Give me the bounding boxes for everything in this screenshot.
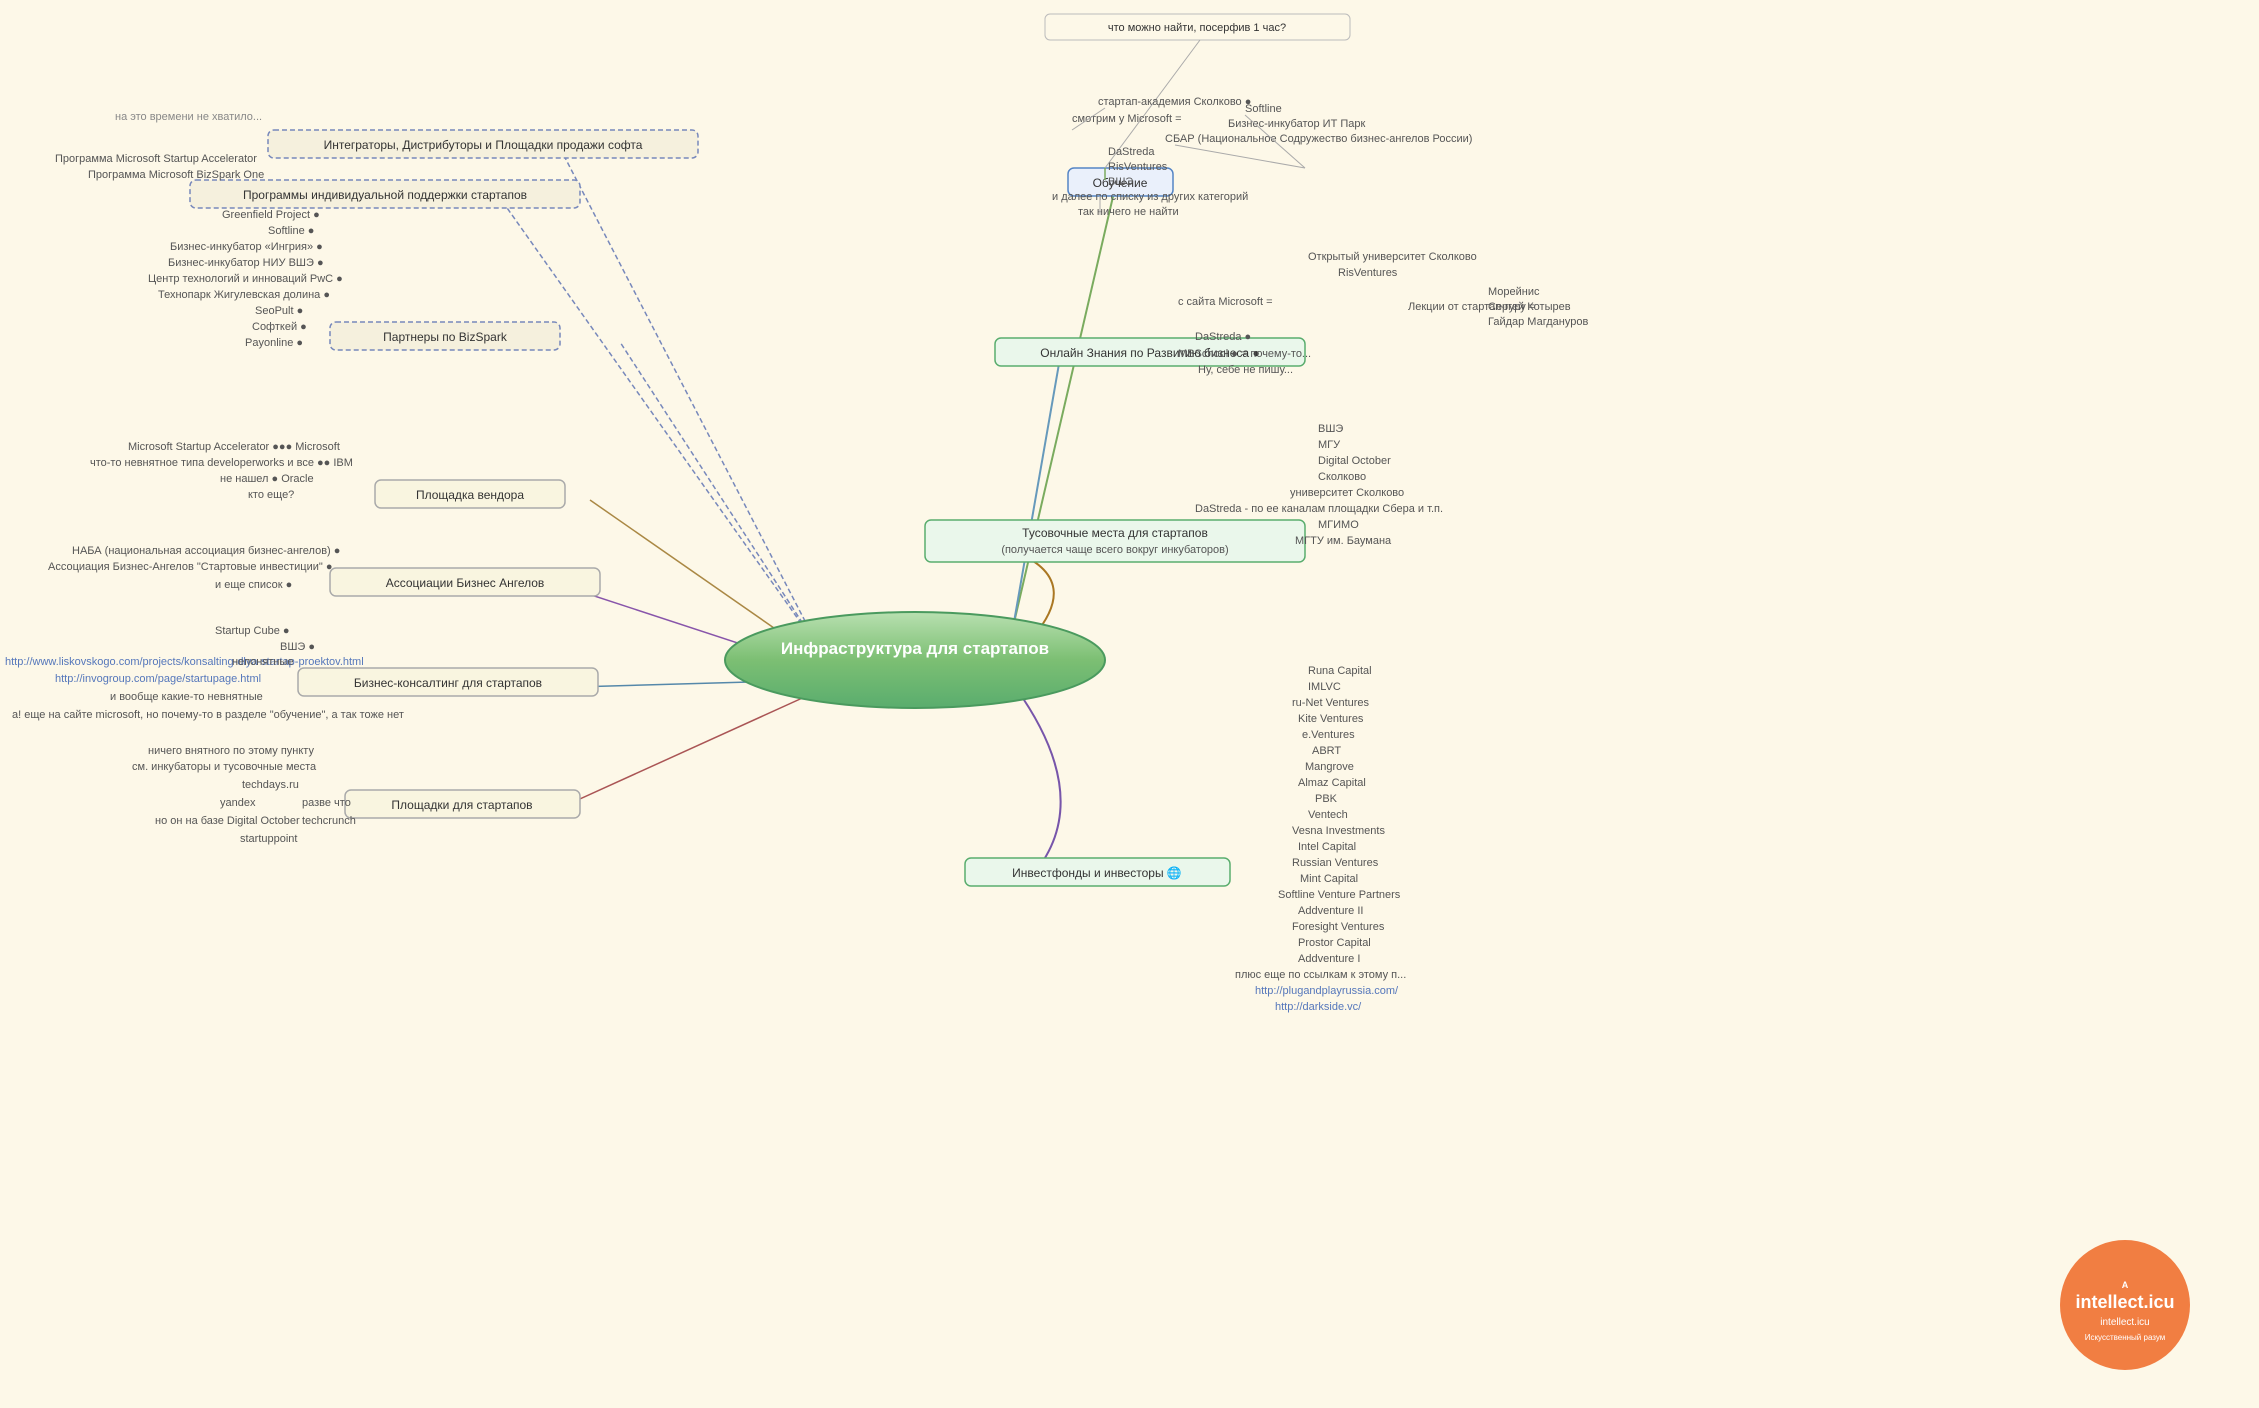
svg-text:Технопарк Жигулевская долина ●: Технопарк Жигулевская долина ● bbox=[158, 289, 330, 301]
svg-text:A: A bbox=[2122, 1280, 2129, 1290]
svg-text:Ассоциация Бизнес-Ангелов "Ста: Ассоциация Бизнес-Ангелов "Стартовые инв… bbox=[48, 561, 333, 573]
svg-text:startuppoint: startuppoint bbox=[240, 833, 297, 845]
svg-text:http://darkside.vc/: http://darkside.vc/ bbox=[1275, 1001, 1362, 1013]
svg-text:yandex: yandex bbox=[220, 797, 256, 809]
svg-text:techcrunch: techcrunch bbox=[302, 815, 356, 827]
svg-text:DaStreda ●: DaStreda ● bbox=[1195, 331, 1251, 343]
svg-text:techdays.ru: techdays.ru bbox=[242, 779, 299, 791]
svg-text:на это времени не хватило...: на это времени не хватило... bbox=[115, 111, 262, 123]
svg-text:Сколково: Сколково bbox=[1318, 471, 1366, 483]
svg-text:intellect.icu: intellect.icu bbox=[2100, 1317, 2149, 1328]
svg-text:стартап-академия Сколково ●: стартап-академия Сколково ● bbox=[1098, 96, 1251, 108]
svg-text:не нашел ● Oracle: не нашел ● Oracle bbox=[220, 473, 314, 485]
svg-text:Vesna Investments: Vesna Investments bbox=[1292, 825, 1385, 837]
svg-text:intellect.icu: intellect.icu bbox=[2075, 1292, 2174, 1312]
svg-text:университет Сколково: университет Сколково bbox=[1290, 487, 1404, 499]
svg-text:Бизнес-инкубатор НИУ ВШЭ ●: Бизнес-инкубатор НИУ ВШЭ ● bbox=[168, 257, 324, 269]
svg-text:Addventure II: Addventure II bbox=[1298, 905, 1363, 917]
svg-text:Морейнис: Морейнис bbox=[1488, 286, 1540, 298]
svg-text:Инвестфонды и инвесторы 🌐: Инвестфонды и инвесторы 🌐 bbox=[1012, 866, 1182, 880]
svg-text:Softline ●: Softline ● bbox=[268, 225, 314, 237]
svg-text:RisVentures: RisVentures bbox=[1338, 267, 1398, 279]
svg-text:Софткей ●: Софткей ● bbox=[252, 321, 307, 333]
svg-text:e.Ventures: e.Ventures bbox=[1302, 729, 1355, 741]
svg-text:Ventech: Ventech bbox=[1308, 809, 1348, 821]
svg-text:ABRT: ABRT bbox=[1312, 745, 1341, 757]
svg-text:http://www.liskovskogo.com/pro: http://www.liskovskogo.com/projects/kons… bbox=[5, 656, 364, 668]
svg-text:Payonline ●: Payonline ● bbox=[245, 337, 303, 349]
svg-text:непонятные: непонятные bbox=[232, 656, 293, 668]
svg-text:а! еще на сайте microsoft, но: а! еще на сайте microsoft, но почему-то … bbox=[12, 709, 404, 721]
svg-text:Программа Microsoft BizSpark O: Программа Microsoft BizSpark One bbox=[88, 169, 264, 181]
svg-text:Гайдар Магдануров: Гайдар Магдануров bbox=[1488, 316, 1588, 328]
svg-text:разве что: разве что bbox=[302, 797, 351, 809]
svg-text:MBSchool ● = почему-то...: MBSchool ● = почему-то... bbox=[1178, 348, 1311, 360]
svg-text:ВШЭ ●: ВШЭ ● bbox=[280, 641, 315, 653]
svg-text:IMLVC: IMLVC bbox=[1308, 681, 1341, 693]
svg-text:Foresight Ventures: Foresight Ventures bbox=[1292, 921, 1385, 933]
svg-text:Площадки для стартапов: Площадки для стартапов bbox=[391, 798, 532, 812]
svg-text:Almaz Capital: Almaz Capital bbox=[1298, 777, 1366, 789]
svg-text:Digital October: Digital October bbox=[1318, 455, 1391, 467]
svg-text:кто еще?: кто еще? bbox=[248, 489, 294, 501]
svg-text:ru-Net Ventures: ru-Net Ventures bbox=[1292, 697, 1370, 709]
svg-text:Softline: Softline bbox=[1245, 103, 1282, 115]
svg-text:МГУ: МГУ bbox=[1318, 439, 1341, 451]
svg-text:Партнеры по BizSpark: Партнеры по BizSpark bbox=[383, 330, 508, 344]
svg-text:СБАР (Национальное Содружество: СБАР (Национальное Содружество бизнес-ан… bbox=[1165, 133, 1472, 145]
svg-text:Mangrove: Mangrove bbox=[1305, 761, 1354, 773]
svg-text:Ассоциации Бизнес Ангелов: Ассоциации Бизнес Ангелов bbox=[386, 576, 545, 590]
svg-text:Бизнес-инкубатор ИТ Парк: Бизнес-инкубатор ИТ Парк bbox=[1228, 118, 1365, 130]
svg-text:Startup Cube ●: Startup Cube ● bbox=[215, 625, 290, 637]
svg-text:http://invogroup.com/page/star: http://invogroup.com/page/startupage.htm… bbox=[55, 673, 261, 685]
svg-text:Softline Venture Partners: Softline Venture Partners bbox=[1278, 889, 1401, 901]
svg-text:Greenfield Project ●: Greenfield Project ● bbox=[222, 209, 320, 221]
svg-text:DaStreda - по ее каналам площа: DaStreda - по ее каналам площадки Сбера … bbox=[1195, 503, 1443, 515]
svg-text:ВШЭ: ВШЭ bbox=[1108, 176, 1133, 188]
svg-text:Kite Ventures: Kite Ventures bbox=[1298, 713, 1364, 725]
svg-text:(получается чаще всего вокруг: (получается чаще всего вокруг инкубаторо… bbox=[1001, 544, 1228, 556]
svg-text:Открытый университет Сколково: Открытый университет Сколково bbox=[1308, 251, 1477, 263]
svg-text:Инфраструктура для стартапов: Инфраструктура для стартапов bbox=[781, 639, 1049, 658]
svg-text:Бизнес-консалтинг для стартапо: Бизнес-консалтинг для стартапов bbox=[354, 676, 542, 690]
svg-text:Сергей Котырев: Сергей Котырев bbox=[1488, 301, 1571, 313]
svg-text:http://plugandplayrussia.com/: http://plugandplayrussia.com/ bbox=[1255, 985, 1399, 997]
svg-text:Intel Capital: Intel Capital bbox=[1298, 841, 1356, 853]
svg-text:что-то невнятное типа develope: что-то невнятное типа developerworks и в… bbox=[90, 457, 353, 469]
svg-text:Центр технологий и инноваций P: Центр технологий и инноваций PwC ● bbox=[148, 273, 343, 285]
svg-text:так ничего не найти: так ничего не найти bbox=[1078, 206, 1179, 218]
svg-text:Программы индивидуальной подде: Программы индивидуальной поддержки старт… bbox=[243, 188, 527, 202]
svg-text:ВШЭ: ВШЭ bbox=[1318, 423, 1343, 435]
svg-text:плюс еще по ссылкам к этому п.: плюс еще по ссылкам к этому п... bbox=[1235, 969, 1406, 981]
svg-text:Addventure I: Addventure I bbox=[1298, 953, 1360, 965]
svg-text:Бизнес-инкубатор «Ингрия» ●: Бизнес-инкубатор «Ингрия» ● bbox=[170, 241, 323, 253]
svg-text:RisVentures: RisVentures bbox=[1108, 161, 1168, 173]
svg-text:с сайта Microsoft =: с сайта Microsoft = bbox=[1178, 296, 1273, 308]
svg-text:Ну, себе не пишу...: Ну, себе не пишу... bbox=[1198, 364, 1293, 376]
svg-text:Prostor Capital: Prostor Capital bbox=[1298, 937, 1371, 949]
svg-text:Программа Microsoft Startup Ac: Программа Microsoft Startup Accelerator bbox=[55, 153, 257, 165]
svg-text:SeoPult ●: SeoPult ● bbox=[255, 305, 303, 317]
svg-text:Площадка вендора: Площадка вендора bbox=[416, 488, 524, 502]
svg-text:Mint Capital: Mint Capital bbox=[1300, 873, 1358, 885]
svg-text:Тусовочные места для стартапов: Тусовочные места для стартапов bbox=[1022, 526, 1208, 540]
svg-text:см. инкубаторы и тусовочные ме: см. инкубаторы и тусовочные места bbox=[132, 761, 317, 773]
svg-text:но он на базе Digital October: но он на базе Digital October bbox=[155, 815, 300, 827]
svg-text:Интеграторы, Дистрибуторы и Пл: Интеграторы, Дистрибуторы и Площадки про… bbox=[324, 138, 643, 152]
svg-text:МГИМО: МГИМО bbox=[1318, 519, 1359, 531]
svg-text:и далее по списку из других ка: и далее по списку из других категорий bbox=[1052, 191, 1248, 203]
svg-text:Microsoft Startup Accelerator: Microsoft Startup Accelerator ●●● Micros… bbox=[128, 441, 340, 453]
svg-text:что можно найти, посерфив 1 ча: что можно найти, посерфив 1 час? bbox=[1108, 22, 1286, 34]
svg-text:МГТУ им. Баумана: МГТУ им. Баумана bbox=[1295, 535, 1392, 547]
svg-text:и еще список ●: и еще список ● bbox=[215, 579, 292, 591]
svg-text:PBK: PBK bbox=[1315, 793, 1338, 805]
svg-text:и вообще какие-то невнятные: и вообще какие-то невнятные bbox=[110, 691, 263, 703]
svg-text:DaStreda: DaStreda bbox=[1108, 146, 1155, 158]
svg-text:Runa Capital: Runa Capital bbox=[1308, 665, 1372, 677]
svg-text:Russian Ventures: Russian Ventures bbox=[1292, 857, 1379, 869]
svg-text:Искусственный разум: Искусственный разум bbox=[2085, 1333, 2166, 1342]
svg-text:ничего внятного по этому пункт: ничего внятного по этому пункту bbox=[148, 745, 314, 757]
svg-text:НАБА (национальная ассоциация: НАБА (национальная ассоциация бизнес-анг… bbox=[72, 545, 340, 557]
